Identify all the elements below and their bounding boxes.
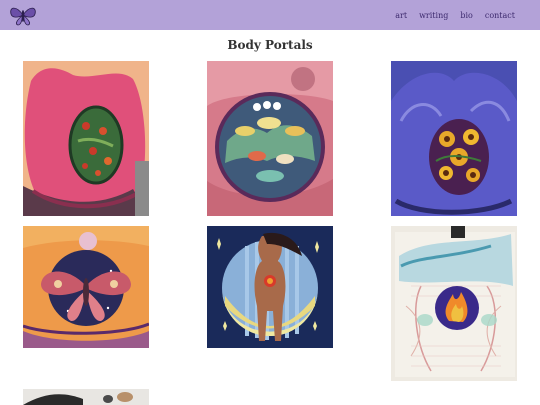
nav-link-writing[interactable]: writing	[419, 11, 448, 20]
painting-mushroom-portal-icon	[207, 61, 333, 216]
painting-moth-belly-icon	[23, 226, 149, 348]
main-nav: art writing bio contact	[395, 0, 515, 30]
painting-torso-berries-icon	[23, 61, 149, 216]
top-navbar: art writing bio contact	[0, 0, 540, 30]
gallery-item-partial[interactable]	[23, 389, 149, 405]
nav-link-art[interactable]: art	[395, 11, 407, 20]
nav-link-contact[interactable]: contact	[485, 11, 515, 20]
page-title: Body Portals	[227, 38, 313, 52]
gallery-item-sunflower-portal[interactable]	[391, 61, 517, 216]
painting-figure-moon-icon	[207, 226, 333, 348]
moth-logo-icon[interactable]	[8, 3, 38, 27]
nav-link-bio[interactable]: bio	[460, 11, 473, 20]
gallery-item-flame-portal[interactable]	[391, 226, 517, 381]
painting-sunflower-portal-icon	[391, 61, 517, 216]
painting-flame-portal-icon	[391, 226, 517, 381]
gallery-item-torso-berries[interactable]	[23, 61, 149, 216]
painting-partial-icon	[23, 389, 149, 405]
gallery-item-figure-moon[interactable]	[207, 226, 333, 348]
gallery-item-mushroom-portal[interactable]	[207, 61, 333, 216]
gallery-item-moth-belly[interactable]	[23, 226, 149, 348]
